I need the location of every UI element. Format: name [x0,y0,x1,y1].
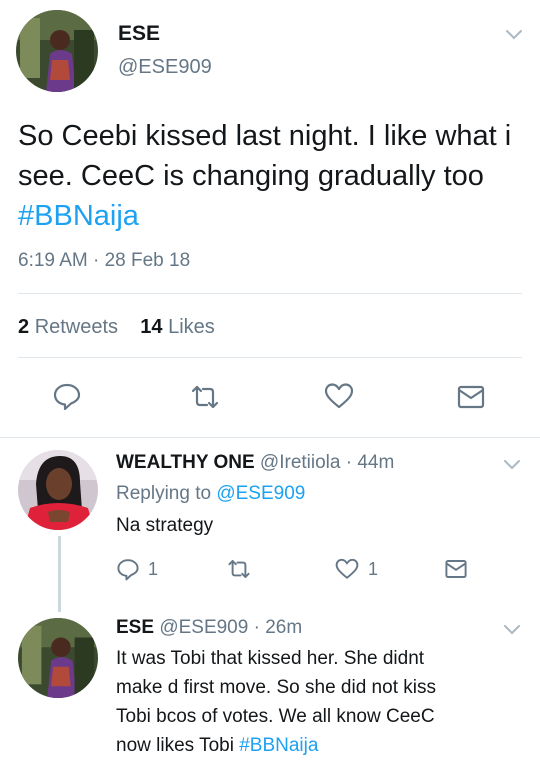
replying-to-label: Replying to [116,483,212,504]
reply-author[interactable]: ESE @ESE909 · 26m [116,617,302,639]
display-name[interactable]: ESE [118,22,160,46]
divider [0,437,540,438]
user-handle[interactable]: @ESE909 [118,56,212,79]
display-name[interactable]: WEALTHY ONE [116,452,255,473]
heart-icon [335,558,359,579]
avatar[interactable] [18,450,98,530]
retweets-count[interactable]: 2 [18,316,29,338]
divider [18,357,522,358]
reply-action[interactable]: 1 [116,556,158,582]
envelope-icon[interactable] [456,382,486,412]
reply-text-line-last: now likes Tobi #BBNaija [116,731,526,760]
thread-line [58,536,61,612]
handle-and-time[interactable]: @Iretiiola · 44m [260,452,394,473]
divider [18,293,522,294]
engagement-counts: 2 Retweets 14 Likes [18,316,215,339]
handle-and-time[interactable]: @ESE909 · 26m [159,617,302,638]
reply-text-line: make d first move. So she did not kiss [116,677,436,698]
tweet-text-body: So Ceebi kissed last night. I like what … [18,120,512,192]
display-name[interactable]: ESE [116,617,154,638]
replying-to: Replying to @ESE909 [116,483,305,505]
avatar[interactable] [16,10,98,92]
reply-text: It was Tobi that kissed her. She didnt m… [116,644,526,760]
likes-label[interactable]: Likes [168,316,215,338]
reply-author[interactable]: WEALTHY ONE @Iretiiola · 44m [116,452,394,474]
chevron-down-icon[interactable] [504,28,524,42]
like-action[interactable]: 1 [334,556,378,582]
avatar[interactable] [18,618,98,698]
reply-text: Na strategy [116,515,214,536]
chevron-down-icon[interactable] [502,458,522,472]
chevron-down-icon[interactable] [502,623,522,637]
retweet-icon[interactable] [226,556,252,582]
retweets-label[interactable]: Retweets [35,316,118,338]
tweet-text: So Ceebi kissed last night. I like what … [18,116,518,236]
envelope-icon[interactable] [444,556,468,582]
reply-text-line: now likes Tobi [116,735,240,756]
likes-count[interactable]: 14 [140,316,162,338]
hashtag-link[interactable]: #BBNaija [239,735,318,756]
replying-to-handle[interactable]: @ESE909 [216,483,305,504]
reply-count: 1 [148,558,159,579]
reply-text-line: It was Tobi that kissed her. She didnt [116,648,425,669]
hashtag-link[interactable]: #BBNaija [18,200,139,232]
reply-icon [117,559,139,581]
heart-icon[interactable] [324,381,354,411]
like-count: 1 [368,558,379,579]
reply-text-line: Tobi bcos of votes. We all know CeeC [116,706,435,727]
retweet-icon[interactable] [190,382,220,412]
reply-icon[interactable] [52,381,82,411]
tweet-timestamp[interactable]: 6:19 AM · 28 Feb 18 [18,250,190,272]
